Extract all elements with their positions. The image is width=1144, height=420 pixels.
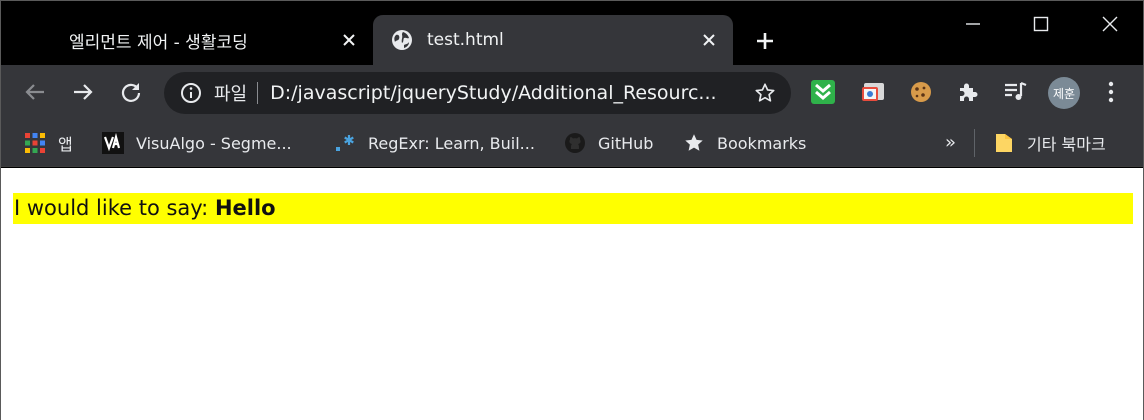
window-close-icon[interactable] [1095,9,1125,39]
bookmark-apps[interactable]: 앱 [24,129,73,157]
page-content: I would like to say: Hello [1,168,1143,420]
close-tab-icon[interactable] [339,30,359,50]
apps-grid-icon [24,132,46,154]
extensions-puzzle-icon[interactable] [954,78,982,106]
minimize-icon[interactable] [958,9,988,39]
info-icon[interactable] [180,82,202,104]
maximize-icon[interactable] [1026,9,1056,39]
bookmark-github[interactable]: GitHub [564,129,653,157]
close-tab-icon[interactable] [699,30,719,50]
forward-arrow-icon[interactable] [69,78,97,106]
more-menu-icon[interactable] [1099,78,1123,106]
bookmark-label: VisuAlgo - Segme... [136,133,292,153]
bookmark-regexr[interactable]: RegExr: Learn, Buil... [334,129,535,157]
tab-inactive[interactable]: 엘리먼트 제어 - 생활코딩 [41,15,367,65]
new-tab-button[interactable] [751,27,779,55]
bookmark-star-icon[interactable] [753,81,777,105]
bookmark-label: 기타 북마크 [1027,135,1106,154]
tab-title: 엘리먼트 제어 - 생활코딩 [69,32,248,53]
folder-icon [993,132,1015,154]
address-bar[interactable]: 파일 D:/javascript/jqueryStudy/Additional_… [164,72,791,114]
back-arrow-icon[interactable] [21,78,49,106]
message-prefix: I would like to say: [14,196,215,220]
bookmarks-bar: 앱 VisuAlgo - Segme... RegExr: Learn, Bui… [1,119,1143,167]
tab-title: test.html [427,30,504,50]
highlighted-message: I would like to say: Hello [13,193,1133,224]
tab-strip: 엘리먼트 제어 - 생활코딩 test.html [1,1,1143,65]
media-queue-icon[interactable] [1001,78,1029,106]
github-icon [564,132,586,154]
cookie-extension-icon[interactable] [907,78,935,106]
toolbar: 파일 D:/javascript/jqueryStudy/Additional_… [1,65,1143,119]
bookmark-visualgo[interactable]: VisuAlgo - Segme... [102,129,292,157]
bookmark-label: RegExr: Learn, Buil... [368,133,535,153]
globe-icon [391,29,413,51]
bookmark-label: Bookmarks [717,133,807,153]
cast-extension-icon[interactable] [859,78,887,106]
bookmark-bookmarks[interactable]: Bookmarks [683,129,806,157]
star-icon [683,132,705,154]
url-text[interactable]: D:/javascript/jqueryStudy/Additional_Res… [270,82,722,104]
regexr-icon [334,132,356,154]
bookmarks-divider [974,129,975,157]
reload-icon[interactable] [117,78,145,106]
message-emphasis: Hello [214,196,276,220]
bookmark-label: GitHub [598,133,654,153]
download-manager-extension-icon[interactable] [809,78,837,106]
bookmark-other-bookmarks[interactable]: 기타 북마크 [993,129,1106,157]
site-chip-label[interactable]: 파일 [214,80,247,106]
profile-avatar[interactable]: 제훈 [1048,77,1080,109]
omnibox-divider [257,82,259,104]
bookmark-label: 앱 [58,135,73,154]
browser-window: 엘리먼트 제어 - 생활코딩 test.html 파일 D:/javascrip… [0,0,1144,420]
tab-active[interactable]: test.html [373,15,733,65]
visualgo-icon [102,132,124,154]
more-bookmarks-chevron[interactable]: » [945,129,956,157]
